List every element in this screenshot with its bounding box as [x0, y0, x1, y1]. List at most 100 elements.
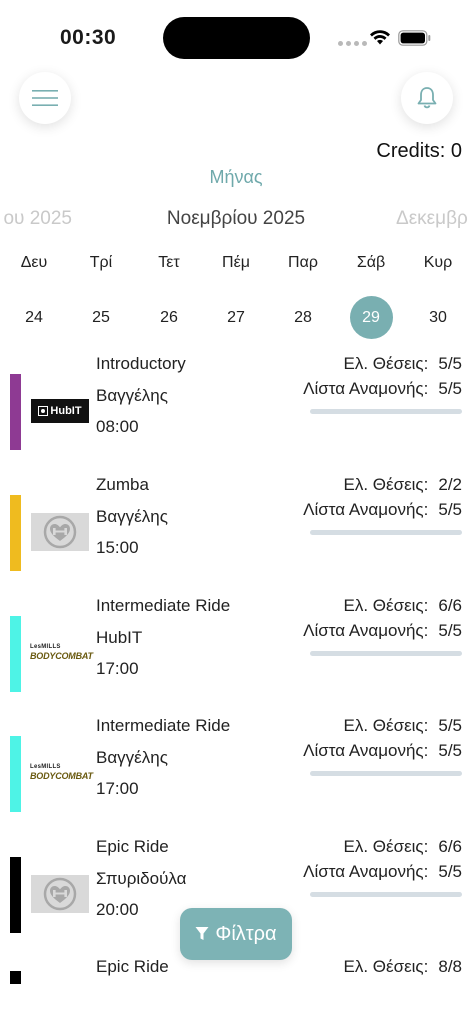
day-number[interactable]: 26: [148, 296, 191, 339]
class-card[interactable]: LesMILLS BODYCOMBAT Intermediate Ride Βα…: [0, 716, 472, 816]
status-bar: 00:30: [0, 0, 472, 60]
day-name: Τετ: [158, 254, 180, 271]
day-item[interactable]: Πέμ 27: [206, 252, 266, 339]
seats-value: 2/2: [438, 475, 462, 494]
month-carousel[interactable]: ου 2025 Νοεμβρίου 2025 Δεκεμβρ: [0, 208, 472, 234]
filter-button-label: Φίλτρα: [215, 922, 277, 945]
available-seats: Ελ. Θέσεις: 5/5: [344, 354, 463, 374]
dynamic-island: [163, 17, 310, 59]
seats-value: 5/5: [438, 354, 462, 373]
month-view-link[interactable]: Μήνας: [0, 167, 472, 188]
day-number[interactable]: 30: [417, 296, 460, 339]
capacity-progress-bar: [310, 651, 462, 656]
capacity-progress-bar: [310, 771, 462, 776]
seats-value: 6/6: [438, 837, 462, 856]
class-card[interactable]: Zumba Βαγγέλης 15:00 Ελ. Θέσεις: 2/2 Λίστ…: [0, 475, 472, 575]
day-name: Σάβ: [356, 254, 386, 271]
day-item[interactable]: Κυρ 30: [408, 252, 468, 339]
day-name: Παρ: [288, 254, 318, 271]
class-trainer: Σπυριδούλα: [96, 869, 187, 888]
hubit-logo: HubIT: [31, 399, 89, 423]
day-number[interactable]: 24: [13, 296, 56, 339]
hubit-logo-text: HubIT: [50, 405, 82, 417]
class-card[interactable]: LesMILLS BODYCOMBAT Intermediate Ride Hu…: [0, 596, 472, 696]
available-seats: Ελ. Θέσεις: 6/6: [344, 837, 463, 857]
waitlist-value: 5/5: [438, 500, 462, 519]
bell-icon: [417, 87, 437, 109]
class-card[interactable]: Epic Ride Ελ. Θέσεις: 8/8: [0, 957, 472, 1024]
class-color-bar: [10, 857, 21, 933]
day-item[interactable]: Τετ 26: [139, 252, 199, 339]
waitlist-label: Λίστα Αναμονής:: [303, 500, 429, 519]
available-seats: Ελ. Θέσεις: 8/8: [344, 957, 463, 977]
day-name: Κυρ: [423, 254, 453, 271]
class-time: 15:00: [96, 538, 139, 557]
seats-label: Ελ. Θέσεις:: [343, 957, 429, 976]
capacity-progress-bar: [310, 409, 462, 414]
class-card[interactable]: HubIT Introductory Βαγγέλης 08:00 Ελ. Θέ…: [0, 354, 472, 454]
day-number[interactable]: 28: [282, 296, 325, 339]
class-time: 17:00: [96, 659, 139, 678]
next-month[interactable]: Δεκεμβρ: [396, 208, 468, 230]
filter-button[interactable]: Φίλτρα: [180, 908, 292, 960]
seats-value: 6/6: [438, 596, 462, 615]
class-time: 20:00: [96, 900, 139, 919]
class-logo: HubIT: [30, 392, 90, 430]
capacity-progress-bar: [310, 530, 462, 535]
cellular-signal-icon: [338, 41, 367, 46]
class-logo: [30, 513, 90, 551]
waitlist-label: Λίστα Αναμονής:: [303, 621, 429, 640]
class-title: Introductory: [96, 354, 186, 373]
day-number[interactable]: 27: [215, 296, 258, 339]
class-title: Intermediate Ride: [96, 596, 231, 615]
hubit-logo-icon: [38, 406, 49, 416]
waitlist: Λίστα Αναμονής: 5/5: [303, 500, 462, 520]
day-name: Δευ: [20, 254, 48, 271]
seats-label: Ελ. Θέσεις:: [343, 596, 429, 615]
bodycombat-logo: LesMILLS BODYCOMBAT: [30, 759, 93, 787]
class-color-bar: [10, 616, 21, 692]
bodycombat-logo: LesMILLS BODYCOMBAT: [30, 639, 93, 667]
class-logo: LesMILLS BODYCOMBAT: [30, 754, 93, 792]
seats-label: Ελ. Θέσεις:: [343, 354, 429, 373]
day-number-selected[interactable]: 29: [349, 296, 393, 339]
class-trainer: Βαγγέλης: [96, 507, 168, 526]
waitlist-value: 5/5: [438, 741, 462, 760]
waitlist: Λίστα Αναμονής: 5/5: [303, 621, 462, 641]
bodycombat-text: BODYCOMBAT: [30, 651, 93, 661]
day-item[interactable]: Δευ 24: [4, 252, 64, 339]
class-color-bar: [10, 495, 21, 571]
available-seats: Ελ. Θέσεις: 5/5: [344, 716, 463, 736]
battery-icon: [398, 30, 431, 46]
day-number[interactable]: 25: [80, 296, 123, 339]
capacity-progress-bar: [310, 892, 462, 897]
class-color-bar: [10, 374, 21, 450]
day-item[interactable]: Σάβ 29: [341, 252, 401, 339]
bodycombat-text: BODYCOMBAT: [30, 771, 93, 781]
waitlist: Λίστα Αναμονής: 5/5: [303, 379, 462, 399]
available-seats: Ελ. Θέσεις: 6/6: [344, 596, 463, 616]
day-item[interactable]: Τρί 25: [71, 252, 131, 339]
class-title: Zumba: [96, 475, 149, 494]
lesmills-text: LesMILLS: [30, 764, 61, 770]
credits-label: Credits: 0: [376, 140, 462, 162]
waitlist: Λίστα Αναμονής: 5/5: [303, 741, 462, 761]
class-title: Epic Ride: [96, 837, 169, 856]
status-time: 00:30: [60, 26, 117, 49]
heart-dumbbell-icon: [31, 875, 89, 913]
notifications-button[interactable]: [401, 72, 453, 124]
hamburger-menu-icon: [32, 90, 58, 106]
class-logo: [30, 875, 90, 913]
waitlist-label: Λίστα Αναμονής:: [303, 741, 429, 760]
waitlist-label: Λίστα Αναμονής:: [303, 862, 429, 881]
wifi-icon: [370, 30, 390, 45]
class-title: Epic Ride: [96, 957, 169, 976]
class-color-bar: [10, 971, 21, 984]
class-time: 08:00: [96, 417, 139, 436]
seats-label: Ελ. Θέσεις:: [343, 716, 429, 735]
heart-dumbbell-icon: [31, 513, 89, 551]
waitlist-value: 5/5: [438, 862, 462, 881]
day-item[interactable]: Παρ 28: [273, 252, 333, 339]
seats-value: 8/8: [438, 957, 462, 976]
menu-button[interactable]: [19, 72, 71, 124]
